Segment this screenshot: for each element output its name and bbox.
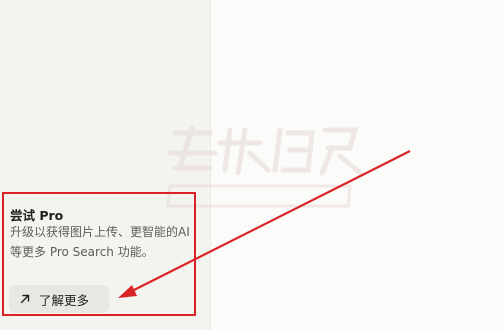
main-content (211, 0, 504, 330)
arrow-up-right-icon (20, 294, 30, 304)
promo-description: 升级以获得图片上传、更智能的AI等更多 Pro Search 功能。 (10, 225, 190, 259)
learn-more-label: 了解更多 (39, 292, 90, 308)
app-window: 尝试 Pro 升级以获得图片上传、更智能的AI等更多 Pro Search 功能… (0, 0, 504, 330)
learn-more-button[interactable]: 了解更多 (9, 285, 109, 313)
try-pro-card: 尝试 Pro 升级以获得图片上传、更智能的AI等更多 Pro Search 功能… (2, 192, 196, 316)
